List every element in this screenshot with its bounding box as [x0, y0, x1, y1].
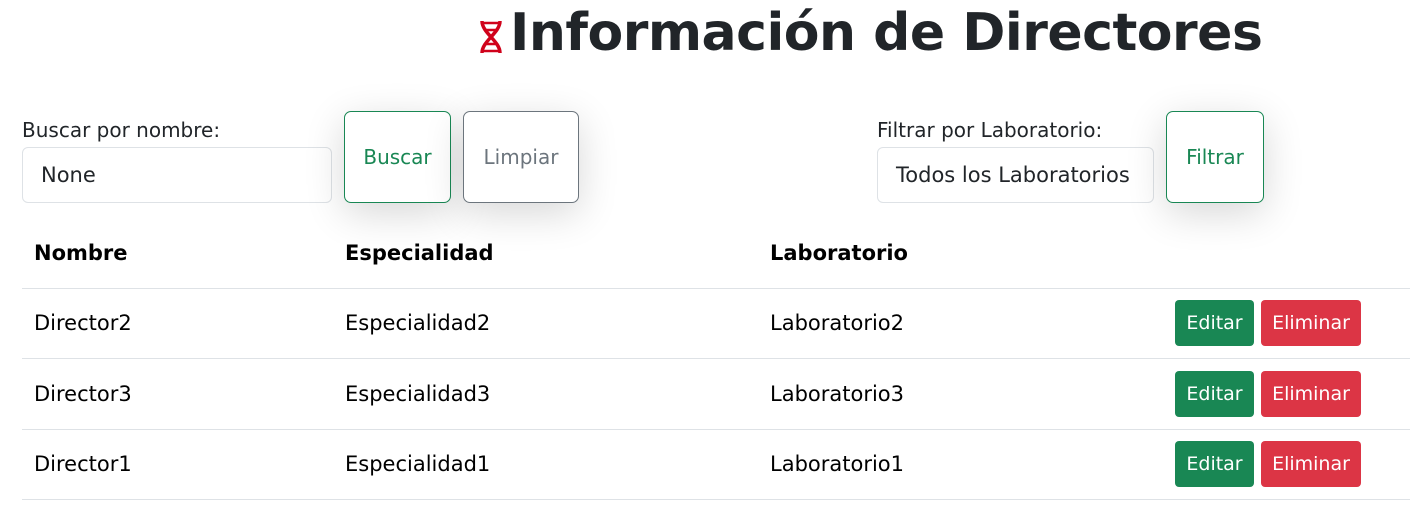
filter-label: Filtrar por Laboratorio: — [877, 118, 1103, 142]
page-title: Información de Directores — [510, 3, 1263, 63]
table-row: Director2 Especialidad2 Laboratorio2 Edi… — [22, 288, 1410, 359]
search-input[interactable]: None — [22, 147, 332, 203]
edit-button[interactable]: Editar — [1175, 371, 1254, 417]
row-actions: Editar Eliminar — [1175, 441, 1361, 487]
cell-nombre: Director1 — [34, 452, 132, 476]
page-header: Información de Directores — [478, 0, 1263, 66]
cell-nombre: Director2 — [34, 311, 132, 335]
delete-button[interactable]: Eliminar — [1261, 371, 1361, 417]
edit-button[interactable]: Editar — [1175, 441, 1254, 487]
clear-button[interactable]: Limpiar — [463, 111, 579, 203]
laboratory-select[interactable]: Todos los Laboratorios — [877, 147, 1154, 203]
delete-button[interactable]: Eliminar — [1261, 441, 1361, 487]
cell-laboratorio: Laboratorio3 — [770, 382, 905, 406]
cell-especialidad: Especialidad1 — [345, 452, 491, 476]
column-header-especialidad: Especialidad — [345, 241, 494, 265]
cell-laboratorio: Laboratorio2 — [770, 311, 905, 335]
dna-icon — [478, 19, 504, 55]
cell-especialidad: Especialidad3 — [345, 382, 491, 406]
cell-laboratorio: Laboratorio1 — [770, 452, 905, 476]
table-header: Nombre Especialidad Laboratorio — [22, 218, 1410, 289]
table-row: Director3 Especialidad3 Laboratorio3 Edi… — [22, 359, 1410, 430]
search-label: Buscar por nombre: — [22, 118, 221, 142]
table-row: Director1 Especialidad1 Laboratorio1 Edi… — [22, 429, 1410, 500]
column-header-nombre: Nombre — [34, 241, 128, 265]
cell-nombre: Director3 — [34, 382, 132, 406]
cell-especialidad: Especialidad2 — [345, 311, 491, 335]
row-actions: Editar Eliminar — [1175, 300, 1361, 346]
search-button[interactable]: Buscar — [344, 111, 451, 203]
delete-button[interactable]: Eliminar — [1261, 300, 1361, 346]
row-actions: Editar Eliminar — [1175, 371, 1361, 417]
edit-button[interactable]: Editar — [1175, 300, 1254, 346]
directors-page: Información de Directores Buscar por nom… — [0, 0, 1410, 510]
filter-button[interactable]: Filtrar — [1166, 111, 1264, 203]
column-header-laboratorio: Laboratorio — [770, 241, 908, 265]
